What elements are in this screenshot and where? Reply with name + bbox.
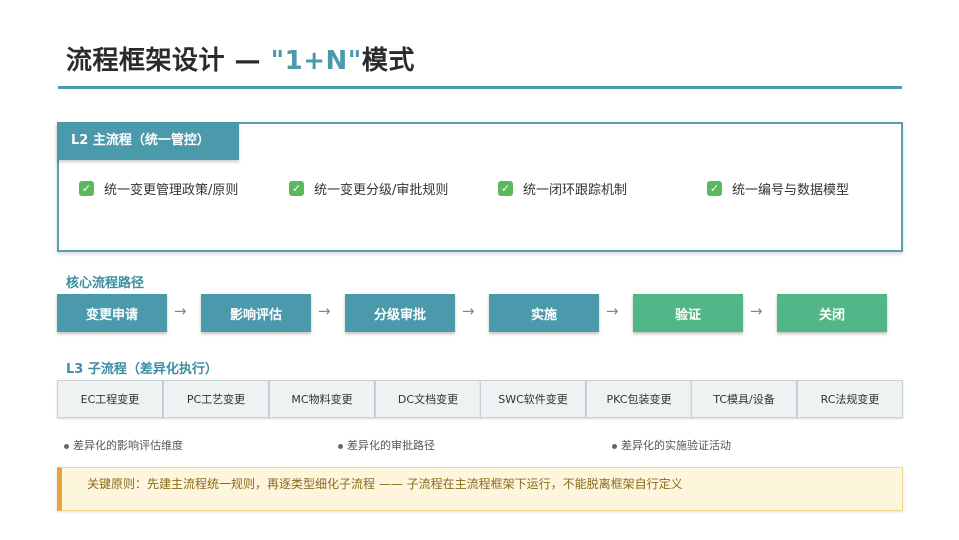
title-prefix: 流程框架设计 — <box>66 46 271 76</box>
arrow-right-icon: → <box>750 302 763 320</box>
l2-tab-label: L2 主流程（统一管控） <box>57 122 239 160</box>
l2-item-label: 统一闭环跟踪机制 <box>523 183 628 198</box>
l2-item-label: 统一变更管理政策/原则 <box>104 183 239 198</box>
arrow-right-icon: → <box>174 302 187 320</box>
l2-item: ✓ 统一编号与数据模型 <box>707 179 849 198</box>
flow-step: 分级审批 <box>345 294 455 332</box>
bullet-text: 差异化的影响评估维度 <box>73 439 183 452</box>
check-icon: ✓ <box>707 181 722 196</box>
l2-item-label: 统一编号与数据模型 <box>732 183 850 198</box>
title-divider <box>58 86 902 89</box>
flow-step: 关闭 <box>777 294 887 332</box>
check-icon: ✓ <box>79 181 94 196</box>
l2-main-process-box: L2 主流程（统一管控） ✓ 统一变更管理政策/原则 ✓ 统一变更分级/审批规则 ✓… <box>57 122 903 252</box>
bullet-item: 差异化的审批路径 <box>338 437 435 453</box>
bullet-text: 差异化的实施验证活动 <box>621 439 731 452</box>
title-suffix: 模式 <box>361 46 415 76</box>
bullet-item: 差异化的影响评估维度 <box>64 437 183 453</box>
l3-subprocess-item: EC工程变更 <box>57 380 163 418</box>
l2-item: ✓ 统一闭环跟踪机制 <box>498 179 627 198</box>
bullet-dot-icon <box>338 443 343 449</box>
title-accent: "1+N" <box>270 46 362 76</box>
l2-item: ✓ 统一变更管理政策/原则 <box>79 179 238 198</box>
check-icon: ✓ <box>289 181 304 196</box>
l3-subprocess-item: SWC软件变更 <box>480 380 586 418</box>
flow-step: 变更申请 <box>57 294 167 332</box>
flow-step: 影响评估 <box>201 294 311 332</box>
arrow-right-icon: → <box>318 302 331 320</box>
bullet-dot-icon <box>612 443 617 449</box>
l2-item: ✓ 统一变更分级/审批规则 <box>289 179 448 198</box>
check-icon: ✓ <box>498 181 513 196</box>
l3-subprocess-item: PKC包装变更 <box>586 380 692 418</box>
l3-subprocess-item: MC物料变更 <box>269 380 375 418</box>
bullet-item: 差异化的实施验证活动 <box>612 437 731 453</box>
bullet-text: 差异化的审批路径 <box>347 439 435 452</box>
flow-step: 实施 <box>489 294 599 332</box>
l3-subprocess-item: TC模具/设备 <box>691 380 797 418</box>
l2-item-label: 统一变更分级/审批规则 <box>314 183 449 198</box>
key-principle-text: 关键原则：先建主流程统一规则，再逐类型细化子流程 —— 子流程在主流程框架下运行… <box>87 477 683 491</box>
l3-subprocess-item: DC文档变更 <box>375 380 481 418</box>
bullet-dot-icon <box>64 443 69 449</box>
l3-label: L3 子流程（差异化执行） <box>66 362 218 377</box>
flow-step: 验证 <box>633 294 743 332</box>
arrow-right-icon: → <box>606 302 619 320</box>
core-flow-label: 核心流程路径 <box>66 276 145 291</box>
arrow-right-icon: → <box>462 302 475 320</box>
page-title: 流程框架设计 — "1+N"模式 <box>66 40 415 77</box>
l3-subprocess-item: PC工艺变更 <box>163 380 269 418</box>
key-principle-callout: 关键原则：先建主流程统一规则，再逐类型细化子流程 —— 子流程在主流程框架下运行… <box>57 467 903 511</box>
l2-item-list: ✓ 统一变更管理政策/原则 ✓ 统一变更分级/审批规则 ✓ 统一闭环跟踪机制 ✓ 统一编… <box>79 179 879 199</box>
l3-subprocess-item: RC法规变更 <box>797 380 903 418</box>
